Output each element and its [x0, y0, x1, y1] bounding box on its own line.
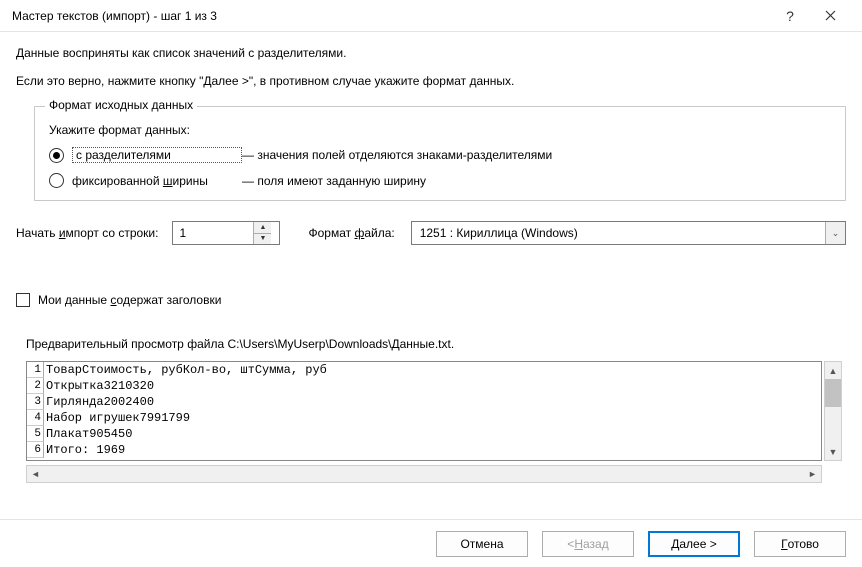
group-legend: Формат исходных данных	[45, 98, 197, 112]
file-format-label: Формат файла:	[308, 226, 394, 240]
radio-fixed-width[interactable]	[49, 173, 64, 188]
radio-delimited-label: с разделителями	[72, 147, 242, 163]
headers-checkbox-label: Мои данные содержат заголовки	[38, 293, 221, 307]
back-button[interactable]: < Назад	[542, 531, 634, 557]
cancel-button[interactable]: Отмена	[436, 531, 528, 557]
chevron-down-icon: ⌄	[825, 222, 845, 244]
start-row-spinner[interactable]: ▲ ▼	[172, 221, 280, 245]
encoding-select[interactable]: 1251 : Кириллица (Windows) ⌄	[411, 221, 846, 245]
window-title: Мастер текстов (импорт) - шаг 1 из 3	[12, 9, 770, 23]
help-button[interactable]: ?	[770, 0, 810, 32]
group-hint: Укажите формат данных:	[49, 123, 831, 137]
radio-fixed-width-label: фиксированной ширины	[72, 174, 242, 188]
scroll-right-icon[interactable]: ►	[804, 466, 821, 482]
intro-text-2: Если это верно, нажмите кнопку "Далее >"…	[16, 74, 846, 88]
preview-line: 1ТоварСтоимость, рубКол-во, штСумма, руб	[27, 362, 821, 378]
preview-label: Предварительный просмотр файла C:\Users\…	[26, 337, 846, 351]
preview-line: 4Набор игрушек7991799	[27, 410, 821, 426]
horizontal-scrollbar[interactable]: ◄ ►	[26, 465, 822, 483]
start-row-label: Начать импорт со строки:	[16, 226, 158, 240]
preview-line: 3Гирлянда2002400	[27, 394, 821, 410]
close-icon	[825, 10, 836, 21]
vertical-scrollbar[interactable]: ▲ ▼	[824, 361, 842, 461]
start-row-input[interactable]	[173, 222, 253, 244]
intro-text-1: Данные восприняты как список значений с …	[16, 46, 846, 60]
preview-line: 5Плакат905450	[27, 426, 821, 442]
spinner-up-icon[interactable]: ▲	[254, 222, 271, 234]
spinner-down-icon[interactable]: ▼	[254, 234, 271, 245]
headers-checkbox[interactable]	[16, 293, 30, 307]
encoding-value: 1251 : Кириллица (Windows)	[412, 226, 825, 240]
radio-delimited-desc: — значения полей отделяются знаками-разд…	[242, 148, 552, 162]
preview-box: 1ТоварСтоимость, рубКол-во, штСумма, руб…	[26, 361, 822, 461]
finish-button[interactable]: Готово	[754, 531, 846, 557]
scroll-down-icon[interactable]: ▼	[825, 443, 841, 460]
radio-delimited[interactable]	[49, 148, 64, 163]
radio-fixed-width-desc: — поля имеют заданную ширину	[242, 174, 426, 188]
scroll-up-icon[interactable]: ▲	[825, 362, 841, 379]
scroll-thumb[interactable]	[825, 379, 841, 407]
next-button[interactable]: Далее >	[648, 531, 740, 557]
close-button[interactable]	[810, 0, 850, 32]
scroll-left-icon[interactable]: ◄	[27, 466, 44, 482]
source-format-group: Формат исходных данных Укажите формат да…	[34, 106, 846, 201]
preview-line: 6Итого: 1969	[27, 442, 821, 458]
preview-line: 2Открытка3210320	[27, 378, 821, 394]
